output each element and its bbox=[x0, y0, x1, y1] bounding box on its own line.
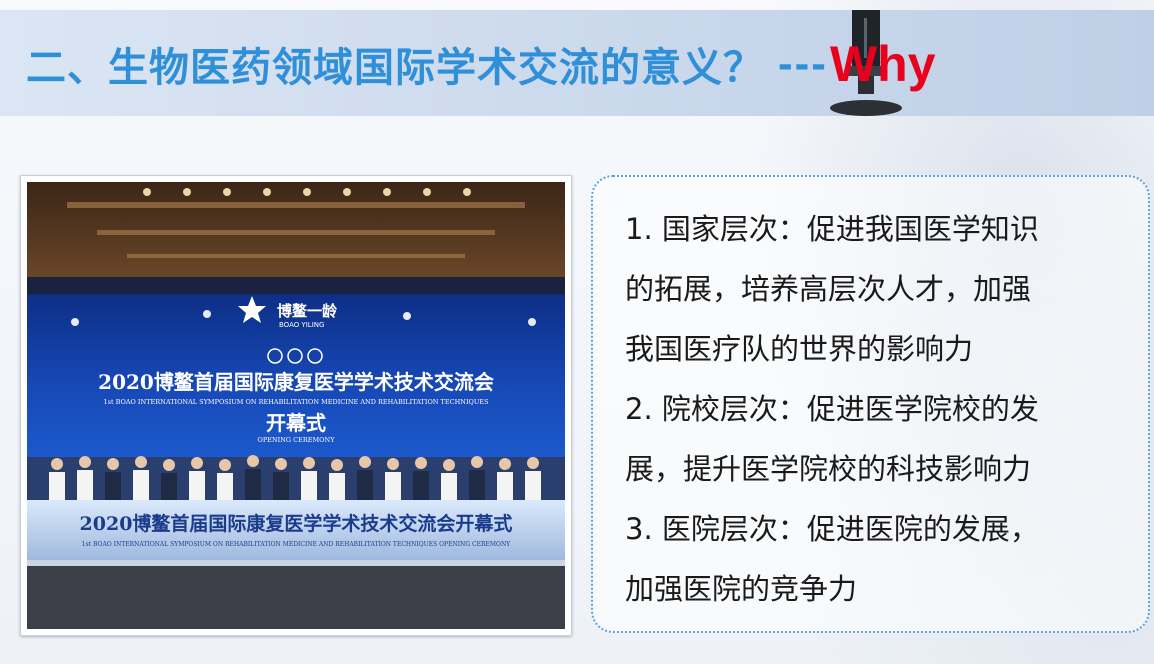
photo-brand-cn: 博鳌一龄 bbox=[277, 302, 338, 320]
photo-stage-cn: 2020博鳌首届国际康复医学学术技术交流会开幕式 bbox=[80, 512, 513, 535]
photo-banner-en: 1st BOAO INTERNATIONAL SYMPOSIUM ON REHA… bbox=[103, 398, 488, 406]
significance-panel: 1. 国家层次：促进我国医学知识 的拓展，培养高层次人才，加强 我国医疗队的世界… bbox=[591, 175, 1150, 633]
photo-banner-cn: 2020博鳌首届国际康复医学学术技术交流会 bbox=[98, 370, 494, 394]
page-title: 二、生物医药领域国际学术交流的意义？ --- Why bbox=[26, 34, 936, 94]
panel-line: 的拓展，培养高层次人才，加强 bbox=[625, 272, 1032, 306]
significance-text: 1. 国家层次：促进我国医学知识 的拓展，培养高层次人才，加强 我国医疗队的世界… bbox=[625, 199, 1125, 619]
panel-line: 3. 医院层次：促进医院的发展， bbox=[625, 512, 1039, 546]
photo-stage-en: 1st BOAO INTERNATIONAL SYMPOSIUM ON REHA… bbox=[82, 541, 511, 548]
event-photo: 博鳌一龄 BOAO YILING 2020博鳌首届国际康复医学学术技术交流会 1… bbox=[27, 182, 565, 629]
title-main-text: 二、生物医药领域国际学术交流的意义？ bbox=[26, 45, 764, 91]
panel-line: 2. 院校层次：促进医学院校的发 bbox=[625, 392, 1039, 426]
panel-line: 我国医疗队的世界的影响力 bbox=[625, 332, 974, 366]
panel-line: 加强医院的竞争力 bbox=[625, 572, 858, 606]
photo-banner-ceremony-en: OPENING CEREMONY bbox=[258, 436, 336, 444]
title-dash-text: --- bbox=[778, 39, 828, 88]
people-group bbox=[27, 455, 565, 502]
event-photo-frame: 博鳌一龄 BOAO YILING 2020博鳌首届国际康复医学学术技术交流会 1… bbox=[20, 175, 572, 636]
panel-line: 1. 国家层次：促进我国医学知识 bbox=[625, 212, 1039, 246]
photo-banner-ceremony-cn: 开幕式 bbox=[266, 411, 326, 435]
title-why-text: Why bbox=[829, 36, 936, 92]
photo-brand-en: BOAO YILING bbox=[279, 321, 324, 329]
panel-line: 展，提升医学院校的科技影响力 bbox=[625, 452, 1032, 486]
